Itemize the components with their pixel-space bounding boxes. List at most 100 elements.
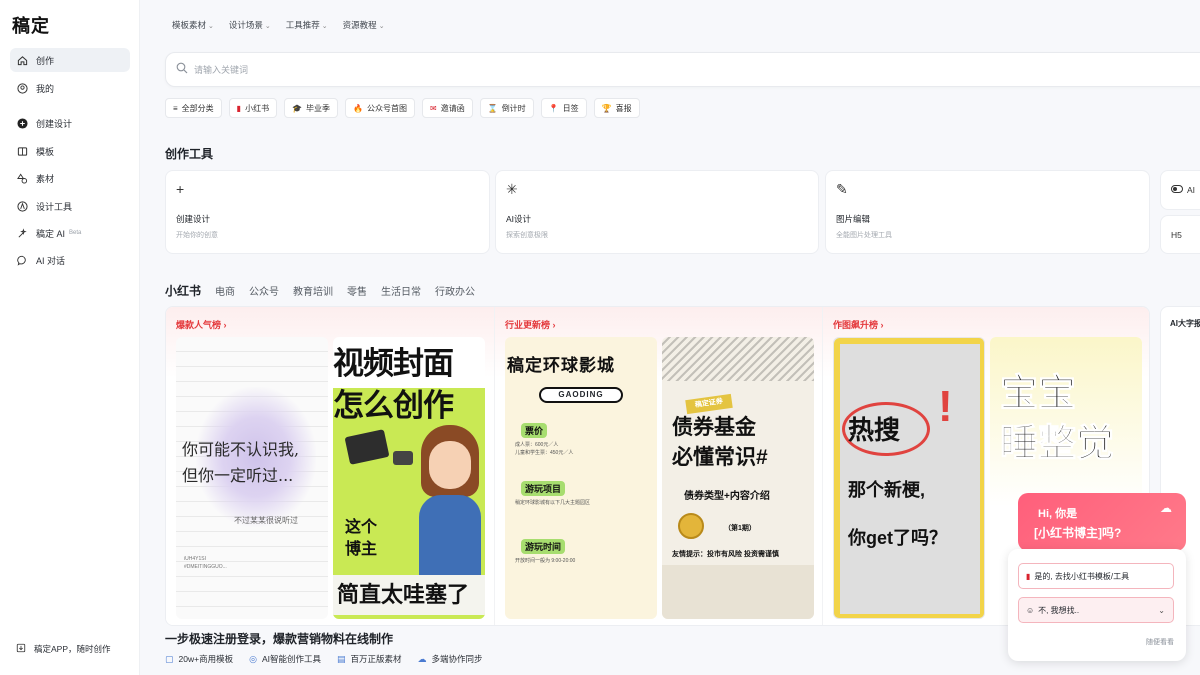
- poster-badge: GAODING: [539, 387, 623, 403]
- ranking-title[interactable]: 作图飙升榜 ›: [833, 318, 884, 331]
- tool-card-h5-mini[interactable]: H5: [1160, 215, 1200, 254]
- user-icon: [16, 82, 28, 94]
- scene-tabs: 小红书 电商 公众号 教育培训 零售 生活日常 行政办公: [165, 282, 475, 299]
- coin-illustration: [678, 513, 704, 539]
- feature-item: ☁ 多端协作同步: [417, 653, 483, 665]
- section-title-tools: 创作工具: [165, 147, 214, 161]
- logo[interactable]: 稿定: [12, 12, 50, 38]
- thinking-face-icon: ☺: [1026, 605, 1035, 615]
- tool-card-image-edit[interactable]: ✎ 图片编辑 全能图片处理工具: [825, 170, 1150, 254]
- template-card[interactable]: 你可能不认识我, 但你一定听过... 不过某某很说听过 iUH4Y1SI #DM…: [176, 337, 328, 619]
- poster-text: 稿定环球影城: [507, 356, 615, 375]
- topnav-item[interactable]: 工具推荐 ⌄: [286, 19, 328, 31]
- ranking-title[interactable]: 爆款人气榜 ›: [176, 318, 227, 331]
- topnav-item[interactable]: 设计场景 ⌄: [229, 19, 271, 31]
- template-card[interactable]: 稿定证券 债券基金 必懂常识# 债券类型+内容介绍 （第1期） 友情提示：投市有…: [662, 337, 814, 619]
- sidebar-item-mine[interactable]: 我的: [10, 76, 130, 100]
- sidebar-item-ai-chat[interactable]: AI 对话: [10, 248, 130, 272]
- poster-text: （第1期）: [724, 525, 756, 532]
- ai-magic-icon: [16, 227, 28, 239]
- top-nav: 模板素材 ⌄ 设计场景 ⌄ 工具推荐 ⌄ 资源教程 ⌄: [172, 19, 385, 31]
- tab-wechat[interactable]: 公众号: [249, 283, 279, 298]
- sidebar: 稿定 创作 我的 创建设计 模板 素材 设计工具 稿定 AI Beta AI 对…: [0, 0, 140, 675]
- menu-icon: ≡: [173, 103, 178, 113]
- chevron-down-icon: ⌄: [264, 23, 271, 30]
- topnav-item[interactable]: 模板素材 ⌄: [172, 19, 214, 31]
- chip-countdown[interactable]: ⌛ 倒计时: [479, 98, 534, 118]
- sidebar-item-gaoding-ai[interactable]: 稿定 AI Beta: [10, 221, 130, 245]
- register-banner: 一步极速注册登录，爆款营销物料在线制作 ▢ 20w+商用模板 ◎ AI智能创作工具 …: [165, 630, 483, 665]
- ranking-column-popular: 爆款人气榜 › 你可能不认识我, 但你一定听过... 不过某某很说听过 iUH4…: [166, 307, 494, 625]
- chip-invitation[interactable]: ✉ 邀请函: [422, 98, 473, 118]
- chevron-down-icon: ⌄: [208, 23, 214, 30]
- chip-xiaohongshu[interactable]: ▮ 小红书: [228, 98, 278, 118]
- toggle-icon: [1171, 185, 1183, 195]
- chat-question: [小红书博主]吗?: [1034, 526, 1122, 540]
- tool-card-ai-mini[interactable]: AI: [1160, 170, 1200, 210]
- poster-text: 债券类型+内容介绍: [684, 491, 770, 502]
- template-card[interactable]: 视频封面 怎么创作 这个 博主 简直太哇塞了: [333, 337, 485, 619]
- poster-text: 不过某某很说听过: [234, 516, 298, 525]
- poster-text: 债券基金 必懂常识#: [672, 416, 768, 469]
- poster-label: 游玩项目: [521, 481, 566, 496]
- poster-text: 那个新梗, 你get了吗？: [848, 480, 947, 548]
- feature-item: ▤ 百万正版素材: [336, 653, 402, 665]
- template-card[interactable]: 热搜 ! 那个新梗, 你get了吗？: [833, 337, 985, 619]
- sidebar-item-create[interactable]: 创作: [10, 48, 130, 72]
- tool-card-create-design[interactable]: + 创建设计 开始你的创意: [165, 170, 490, 254]
- chip-daily-sign[interactable]: 📍 日签: [540, 98, 587, 118]
- poster-text: 开放时间一般为 9:00-20:00: [515, 558, 576, 564]
- template-icon: [16, 145, 28, 157]
- plus-circle-icon: [16, 117, 28, 129]
- sidebar-item-label: 稿定 AI: [36, 228, 66, 239]
- poster-tag: 稿定证券: [685, 393, 733, 415]
- chat-greeting: Hi, 你是: [1038, 508, 1078, 520]
- ranking-title: AI大字报: [1170, 319, 1200, 328]
- chip-good-news[interactable]: 🏆 喜报: [593, 98, 640, 118]
- tab-retail[interactable]: 零售: [347, 283, 367, 298]
- sidebar-item-template[interactable]: 模板: [10, 139, 130, 163]
- poster-text: 这个 博主: [345, 519, 378, 558]
- sparkle-icon: ✳: [506, 181, 518, 197]
- search-input[interactable]: [194, 64, 794, 75]
- browse-link[interactable]: 随便看看: [1146, 637, 1174, 647]
- feature-list: ▢ 20w+商用模板 ◎ AI智能创作工具 ▤ 百万正版素材 ☁ 多端协作同步: [165, 653, 483, 665]
- sidebar-item-label: 设计工具: [36, 201, 73, 212]
- chat-option-no[interactable]: ☺ 不, 我想找.. ⌄: [1018, 597, 1174, 623]
- ranking-title[interactable]: 行业更新榜 ›: [505, 318, 556, 331]
- graduation-cap-icon: 🎓: [292, 103, 303, 113]
- sidebar-item-label: 我的: [36, 83, 55, 94]
- search-icon: [176, 61, 188, 79]
- tab-education[interactable]: 教育培训: [293, 283, 333, 298]
- image-library-icon: ▤: [336, 653, 346, 664]
- chip-wechat-cover[interactable]: 🔥 公众号首图: [345, 98, 416, 118]
- chat-body: ▮ 是的, 去找小红书模板/工具 ☺ 不, 我想找.. ⌄ 随便看看: [1008, 549, 1186, 661]
- torn-paper-decoration: [662, 337, 814, 381]
- magic-wand-icon: ✎: [836, 181, 848, 197]
- template-card[interactable]: 稿定环球影城 GAODING 票价 成人票：600元／人 儿童和学生票：450元…: [505, 337, 657, 619]
- topnav-item[interactable]: 资源教程 ⌄: [343, 19, 385, 31]
- sidebar-item-label: 创作: [36, 55, 55, 66]
- sidebar-item-create-design[interactable]: 创建设计: [10, 111, 130, 135]
- poster-label: 游玩时间: [521, 539, 566, 554]
- tab-ecommerce[interactable]: 电商: [215, 283, 235, 298]
- chevron-down-icon: ⌄: [321, 23, 328, 30]
- chat-option-yes[interactable]: ▮ 是的, 去找小红书模板/工具: [1018, 563, 1174, 589]
- book-icon: ▮: [1026, 571, 1031, 581]
- chip-graduation[interactable]: 🎓 毕业季: [284, 98, 339, 118]
- sidebar-item-material[interactable]: 素材: [10, 166, 130, 190]
- poster-text: 热搜: [848, 415, 901, 445]
- tool-title: 创建设计: [176, 214, 211, 224]
- poster-text: 友情提示：投市有风险 投资需谨慎: [672, 551, 779, 558]
- guide-chat-popup: Hi, 你是 [小红书博主]吗? ☁ ▮ 是的, 去找小红书模板/工具 ☺ 不,…: [1008, 493, 1186, 661]
- ranking-panel: 爆款人气榜 › 你可能不认识我, 但你一定听过... 不过某某很说听过 iUH4…: [165, 306, 1150, 626]
- fire-icon: 🔥: [353, 103, 364, 113]
- tab-daily-life[interactable]: 生活日常: [381, 283, 421, 298]
- tool-card-ai-design[interactable]: ✳ AI设计 探索创意极限: [495, 170, 819, 254]
- tab-xiaohongshu[interactable]: 小红书: [165, 282, 201, 299]
- tab-admin-office[interactable]: 行政办公: [435, 283, 475, 298]
- chip-all-categories[interactable]: ≡ 全部分类: [165, 98, 222, 118]
- sidebar-item-design-tools[interactable]: 设计工具: [10, 194, 130, 218]
- feature-item: ▢ 20w+商用模板: [165, 653, 234, 665]
- download-app-link[interactable]: 稿定APP，随时创作: [16, 643, 111, 655]
